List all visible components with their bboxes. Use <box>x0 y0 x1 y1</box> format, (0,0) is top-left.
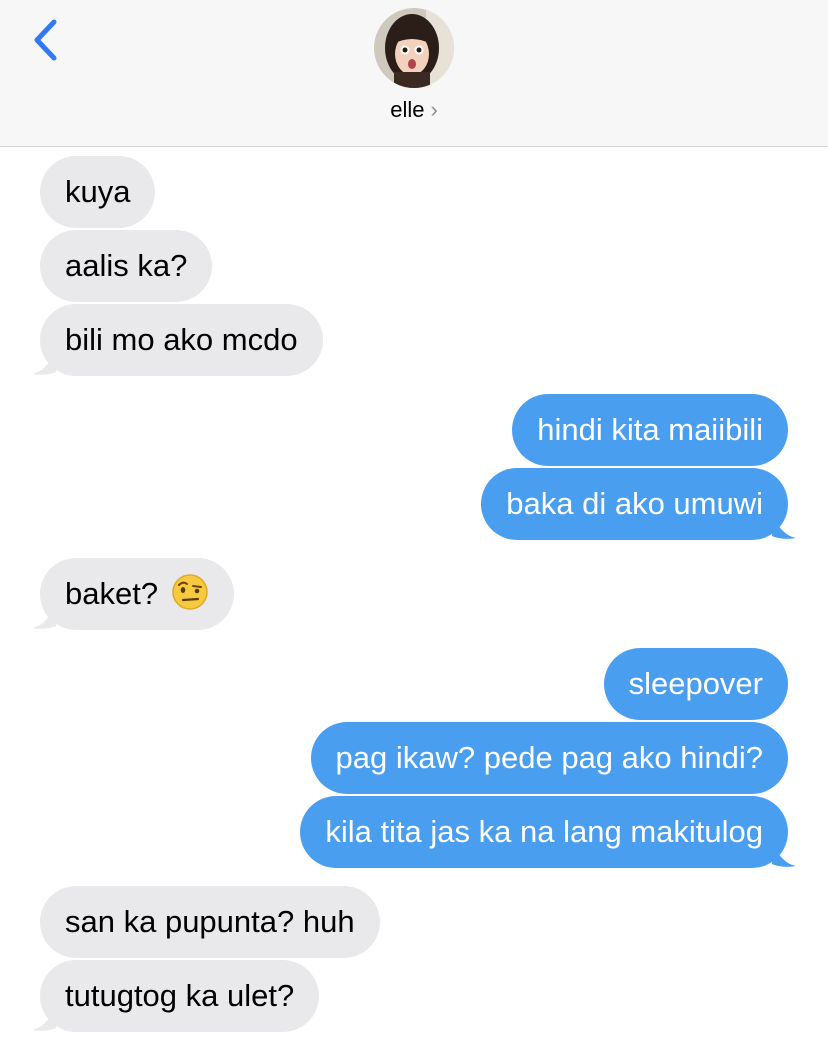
message-sent[interactable]: sleepover <box>603 648 788 720</box>
message-sent[interactable]: pag ikaw? pede pag ako hindi? <box>310 722 788 794</box>
message-sent[interactable]: baka di ako umuwi <box>481 468 788 540</box>
message-text: kuya <box>65 174 131 209</box>
message-received[interactable]: san ka pupunta? huh <box>40 886 380 958</box>
message-text: sleepover <box>628 666 763 701</box>
contact-name: elle <box>390 97 425 122</box>
message-text: san ka pupunta? huh <box>65 904 355 939</box>
message-text: aalis ka? <box>65 248 188 283</box>
bubble-tail <box>32 350 56 375</box>
conversation-header: elle › <box>0 0 828 147</box>
bubble-tail <box>32 1006 56 1031</box>
message-text: tutugtog ka ulet? <box>65 978 295 1013</box>
message-text: baket? <box>65 576 159 611</box>
message-received[interactable]: aalis ka? <box>40 230 213 302</box>
message-received[interactable]: baket? <box>40 558 234 630</box>
message-received[interactable]: kuya <box>40 156 156 228</box>
contact-avatar[interactable] <box>374 8 454 88</box>
message-text: hindi kita maiibili <box>537 412 763 447</box>
message-text: pag ikaw? pede pag ako hindi? <box>335 740 763 775</box>
chevron-right-icon: › <box>430 97 438 122</box>
message-sent[interactable]: hindi kita maiibili <box>512 394 788 466</box>
message-sent[interactable]: kila tita jas ka na lang makitulog <box>300 796 788 868</box>
message-text: kila tita jas ka na lang makitulog <box>325 814 763 849</box>
bubble-tail <box>772 514 796 539</box>
message-received[interactable]: tutugtog ka ulet? <box>40 960 320 1032</box>
bubble-tail <box>772 842 796 867</box>
message-received[interactable]: bili mo ako mcdo <box>40 304 323 376</box>
contact-name-button[interactable]: elle › <box>0 97 828 123</box>
message-text: bili mo ako mcdo <box>65 322 298 357</box>
chevron-left-icon <box>34 19 57 61</box>
bubble-tail <box>32 604 56 629</box>
message-text: baka di ako umuwi <box>506 486 763 521</box>
face-with-raised-eyebrow-icon <box>171 574 208 610</box>
back-button[interactable] <box>28 16 68 64</box>
